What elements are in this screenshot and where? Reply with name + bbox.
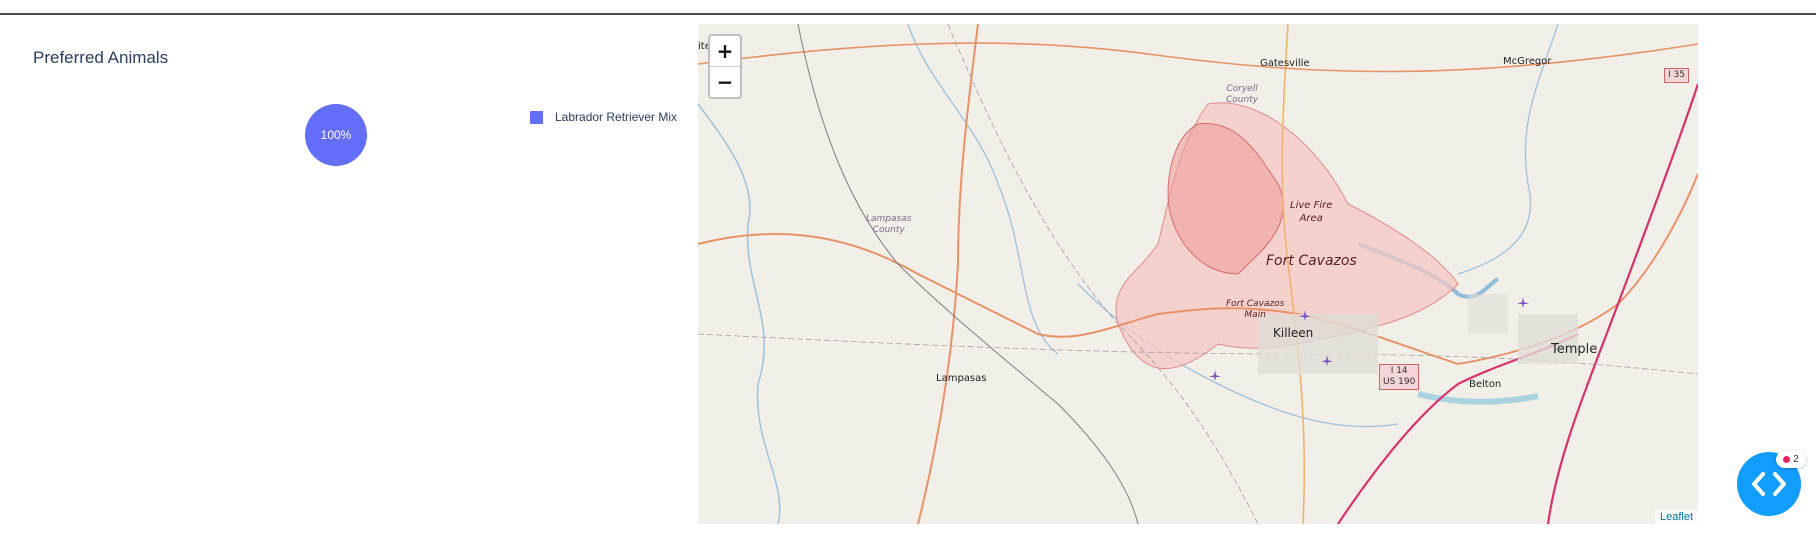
legend-swatch bbox=[530, 110, 543, 124]
place-temple: Temple bbox=[1551, 342, 1598, 357]
place-lampasas: Lampasas bbox=[936, 373, 987, 384]
airport-icon bbox=[1321, 355, 1333, 366]
place-coryell-county: Coryell County bbox=[1226, 84, 1259, 105]
zoom-control: + − bbox=[708, 34, 742, 99]
legend-label: Labrador Retriever Mix bbox=[555, 110, 678, 124]
error-dot-icon bbox=[1783, 456, 1791, 463]
chart-legend[interactable]: Labrador Retriever Mix bbox=[530, 110, 677, 124]
map-attribution-link[interactable]: Leaflet bbox=[1654, 510, 1698, 524]
place-killeen: Killeen bbox=[1273, 326, 1314, 340]
code-brackets-icon bbox=[1752, 472, 1786, 496]
error-count-badge: 2 bbox=[1776, 451, 1806, 468]
place-lampasas-county: Lampasas County bbox=[866, 214, 912, 235]
airport-icon bbox=[1517, 297, 1529, 308]
pie-chart: 100% bbox=[305, 104, 367, 166]
highway-shield-i35: I 35 bbox=[1664, 68, 1689, 83]
zoom-out-button[interactable]: − bbox=[710, 66, 740, 97]
top-divider bbox=[0, 13, 1816, 15]
place-gatesville: Gatesville bbox=[1260, 58, 1310, 69]
highway-shield-i14: I 14 US 190 bbox=[1379, 364, 1420, 390]
place-live-fire-area: Live Fire Area bbox=[1290, 200, 1333, 224]
pie-slice-label: 100% bbox=[321, 128, 352, 142]
error-count: 2 bbox=[1793, 454, 1799, 465]
place-mcgregor: McGregor bbox=[1503, 56, 1552, 67]
place-fort-cavazos-main: Fort Cavazos Main bbox=[1226, 299, 1285, 320]
airport-icon bbox=[1299, 310, 1311, 321]
place-belton: Belton bbox=[1469, 379, 1502, 390]
map-tiles bbox=[698, 24, 1698, 524]
airport-icon bbox=[1209, 370, 1221, 381]
panel-title: Preferred Animals bbox=[33, 48, 169, 67]
zoom-in-button[interactable]: + bbox=[710, 36, 740, 66]
place-fort-cavazos: Fort Cavazos bbox=[1266, 253, 1357, 269]
leaflet-map[interactable]: ite Gatesville McGregor Coryell County L… bbox=[698, 24, 1698, 524]
